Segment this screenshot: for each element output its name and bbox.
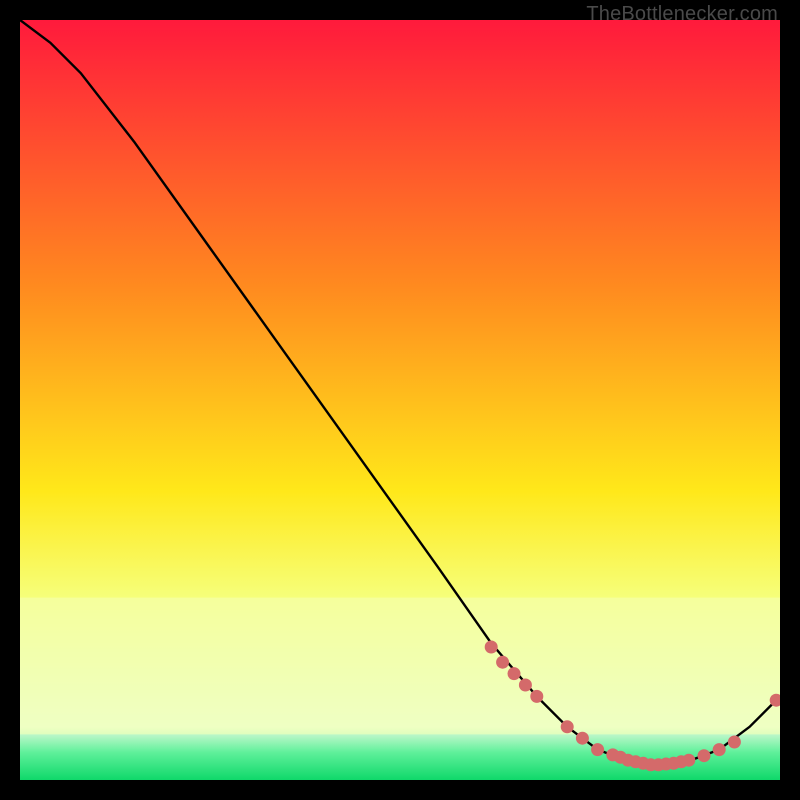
- data-point: [519, 679, 532, 692]
- data-point: [508, 667, 521, 680]
- chart-frame: [20, 20, 780, 780]
- bottleneck-chart: [20, 20, 780, 780]
- data-point: [713, 743, 726, 756]
- data-point: [682, 754, 695, 767]
- data-point: [698, 749, 711, 762]
- data-point: [728, 736, 741, 749]
- data-point: [530, 690, 543, 703]
- data-point: [496, 656, 509, 669]
- green-band: [20, 734, 780, 780]
- data-point: [485, 641, 498, 654]
- data-point: [576, 732, 589, 745]
- data-point: [561, 720, 574, 733]
- pale-band: [20, 598, 780, 735]
- data-point: [591, 743, 604, 756]
